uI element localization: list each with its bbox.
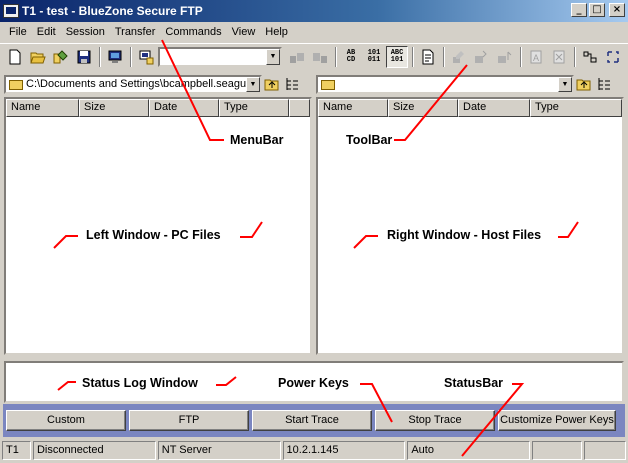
annotation-menubar: MenuBar xyxy=(230,133,284,147)
right-path-combo[interactable]: ▼ xyxy=(316,74,574,94)
column-date[interactable]: Date xyxy=(149,99,219,117)
text-mode-icon[interactable]: AB CD xyxy=(340,46,362,68)
right-path-row: ▼ xyxy=(316,73,614,95)
column-type[interactable]: Type xyxy=(530,99,622,117)
menu-help[interactable]: Help xyxy=(260,26,293,38)
toolbar-separator xyxy=(443,47,445,67)
app-icon[interactable] xyxy=(3,4,19,18)
annotation-statusbar: StatusBar xyxy=(444,376,504,390)
column-name[interactable]: Name xyxy=(6,99,79,117)
column-type[interactable]: Type xyxy=(219,99,289,117)
status-host-address: 10.2.1.145 xyxy=(282,441,406,460)
menu-edit[interactable]: Edit xyxy=(32,26,61,38)
view-icon: A xyxy=(525,46,547,68)
column-filler xyxy=(289,99,310,117)
session-combo[interactable]: ▼ xyxy=(158,47,282,67)
new-folder-icon[interactable] xyxy=(417,46,439,68)
rename-icon xyxy=(448,46,470,68)
toolbar-separator xyxy=(574,47,576,67)
menu-transfer[interactable]: Transfer xyxy=(110,26,161,38)
delete-icon xyxy=(471,46,493,68)
download-icon xyxy=(309,46,331,68)
power-key-custom[interactable]: Custom xyxy=(6,410,126,431)
left-path-value: C:\Documents and Settings\bcampbell.seag… xyxy=(26,78,252,90)
window-title: T1 - test - BlueZone Secure FTP xyxy=(22,4,203,18)
chevron-down-icon[interactable]: ▼ xyxy=(246,76,260,92)
toolbar: ▼ AB CD 101 011 ABC 101 A xyxy=(0,43,628,70)
minimize-button[interactable]: _ xyxy=(571,3,587,17)
annotation-toolbar: ToolBar xyxy=(346,133,393,147)
chevron-down-icon[interactable]: ▼ xyxy=(266,49,280,65)
power-key-stop-trace[interactable]: Stop Trace xyxy=(375,410,495,431)
left-tree-view-icon[interactable] xyxy=(282,75,302,94)
annotation-right-window: Right Window - Host Files xyxy=(387,228,542,242)
folder-icon xyxy=(9,79,23,90)
chevron-down-icon[interactable]: ▼ xyxy=(558,76,572,92)
power-keys-bar: Custom FTP Start Trace Stop Trace Custom… xyxy=(3,404,625,437)
menu-file[interactable]: File xyxy=(4,26,32,38)
status-bar: T1 Disconnected NT Server 10.2.1.145 Aut… xyxy=(0,440,628,461)
binary-mode-icon[interactable]: 101 011 xyxy=(363,46,385,68)
toolbar-separator xyxy=(335,47,337,67)
status-field-6 xyxy=(532,441,583,460)
power-key-start-trace[interactable]: Start Trace xyxy=(252,410,372,431)
title-bar: T1 - test - BlueZone Secure FTP _ □ × xyxy=(0,0,628,22)
annotation-left-window: Left Window - PC Files xyxy=(86,228,221,242)
menu-commands[interactable]: Commands xyxy=(160,26,226,38)
toolbar-separator xyxy=(412,47,414,67)
power-key-customize[interactable]: Customize Power Keys xyxy=(498,410,616,431)
new-icon[interactable] xyxy=(4,46,26,68)
connect-icon[interactable] xyxy=(104,46,126,68)
disconnect-icon[interactable] xyxy=(135,46,157,68)
right-list-header: Name Size Date Type xyxy=(318,99,622,117)
menu-bar: File Edit Session Transfer Commands View… xyxy=(0,22,628,42)
toolbar-separator xyxy=(99,47,101,67)
close-button[interactable]: × xyxy=(609,3,625,17)
status-server-type: NT Server xyxy=(157,441,281,460)
menu-session[interactable]: Session xyxy=(61,26,110,38)
annotation-power-keys: Power Keys xyxy=(278,376,349,390)
print-icon xyxy=(548,46,570,68)
left-up-folder-icon[interactable] xyxy=(262,75,282,94)
layout-icon[interactable] xyxy=(579,46,601,68)
menu-view[interactable]: View xyxy=(227,26,261,38)
sync-icon[interactable] xyxy=(602,46,624,68)
left-path-combo[interactable]: C:\Documents and Settings\bcampbell.seag… xyxy=(4,74,262,94)
auto-mode-icon[interactable]: ABC 101 xyxy=(386,46,408,68)
power-key-ftp[interactable]: FTP xyxy=(129,410,249,431)
status-field-7 xyxy=(584,441,626,460)
save-icon[interactable] xyxy=(73,46,95,68)
folder-icon xyxy=(321,79,335,90)
open-icon[interactable] xyxy=(27,46,49,68)
left-path-row: C:\Documents and Settings\bcampbell.seag… xyxy=(4,73,302,95)
column-size[interactable]: Size xyxy=(388,99,458,117)
column-date[interactable]: Date xyxy=(458,99,530,117)
toolbar-separator xyxy=(130,47,132,67)
left-list-header: Name Size Date Type xyxy=(6,99,310,117)
column-name[interactable]: Name xyxy=(318,99,388,117)
status-session: T1 xyxy=(2,441,31,460)
column-size[interactable]: Size xyxy=(79,99,149,117)
maximize-button[interactable]: □ xyxy=(589,3,605,17)
chmod-icon xyxy=(494,46,516,68)
annotation-status-log: Status Log Window xyxy=(82,376,198,390)
right-up-folder-icon[interactable] xyxy=(574,75,594,94)
upload-icon xyxy=(286,46,308,68)
toolbar-separator xyxy=(520,47,522,67)
status-transfer-mode: Auto xyxy=(407,441,531,460)
status-connection: Disconnected xyxy=(32,441,156,460)
properties-icon[interactable] xyxy=(50,46,72,68)
svg-text:A: A xyxy=(533,53,539,63)
right-tree-view-icon[interactable] xyxy=(594,75,614,94)
